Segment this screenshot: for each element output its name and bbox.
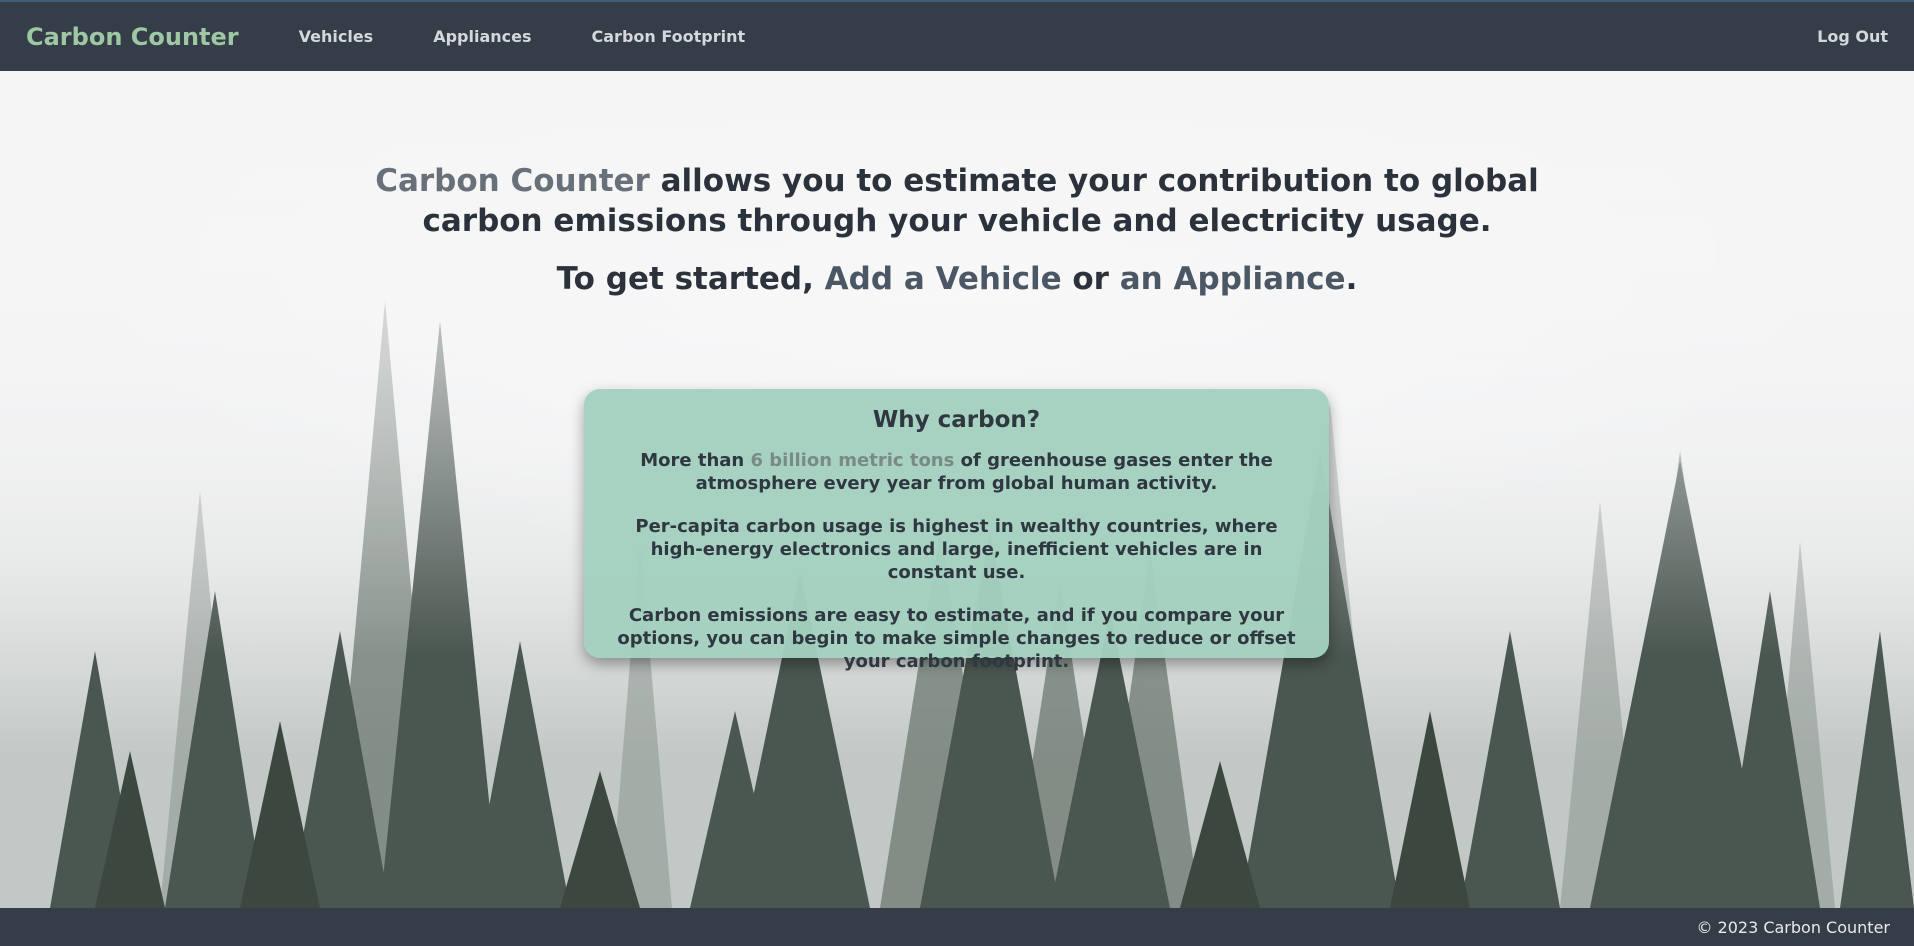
add-appliance-link[interactable]: an Appliance: [1120, 261, 1346, 297]
brand-logo-link[interactable]: Carbon Counter: [26, 23, 239, 51]
why-carbon-title: Why carbon?: [872, 407, 1041, 433]
logout-link[interactable]: Log Out: [1817, 27, 1888, 46]
why-carbon-card: Why carbon? More than 6 billion metric t…: [584, 389, 1329, 672]
hero-headline: Carbon Counter allows you to estimate yo…: [330, 161, 1584, 241]
top-navbar: Carbon Counter Vehicles Appliances Carbo…: [0, 0, 1914, 71]
hero-section: Carbon Counter allows you to estimate yo…: [0, 71, 1914, 908]
why-carbon-paragraph-1: More than 6 billion metric tons of green…: [610, 449, 1303, 495]
nav-link-carbon-footprint[interactable]: Carbon Footprint: [592, 27, 746, 46]
why-carbon-paragraph-3: Carbon emissions are easy to estimate, a…: [617, 605, 1296, 672]
page-footer: © 2023 Carbon Counter: [0, 908, 1914, 946]
nav-link-vehicles[interactable]: Vehicles: [299, 27, 374, 46]
emissions-stat-highlight: 6 billion metric tons: [750, 450, 955, 471]
footer-copyright: © 2023 Carbon Counter: [1696, 917, 1890, 937]
p1-prefix: More than: [640, 450, 751, 471]
get-started-or: or: [1061, 261, 1120, 297]
add-vehicle-link[interactable]: Add a Vehicle: [825, 261, 1062, 297]
get-started-prefix: To get started,: [556, 261, 825, 297]
why-carbon-paragraph-2: Per-capita carbon usage is highest in we…: [635, 516, 1278, 583]
nav-link-appliances[interactable]: Appliances: [433, 27, 531, 46]
get-started-suffix: .: [1345, 261, 1358, 297]
headline-brand-text: Carbon Counter: [375, 163, 650, 199]
get-started-line: To get started, Add a Vehicle or an Appl…: [330, 259, 1584, 299]
